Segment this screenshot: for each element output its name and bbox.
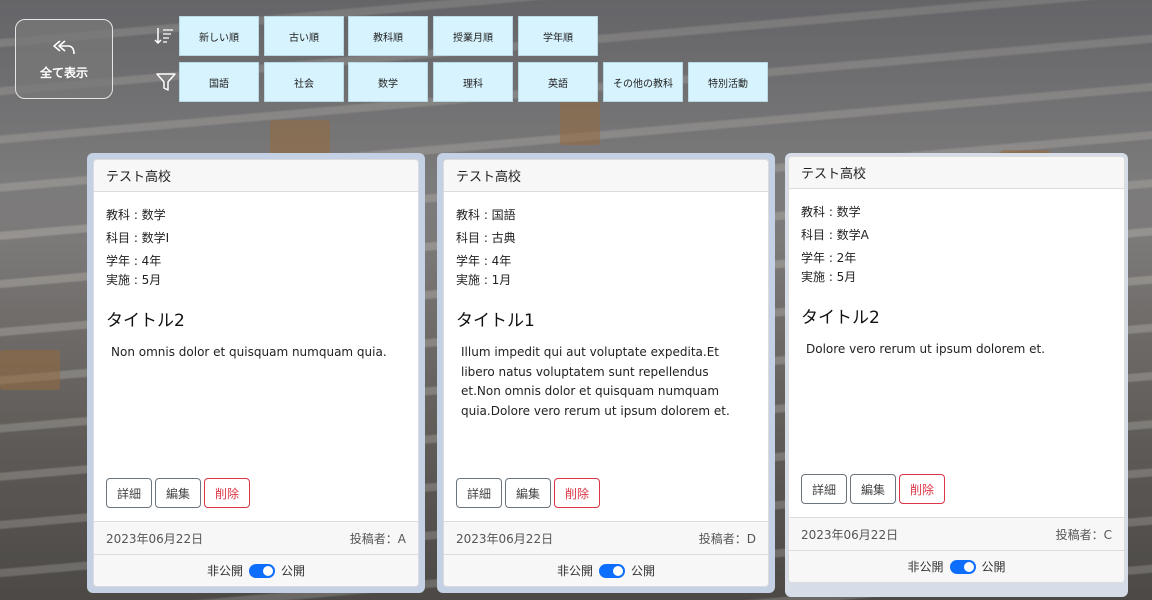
- sort-oldest-button[interactable]: 古い順: [264, 16, 344, 56]
- detail-button[interactable]: 詳細: [456, 478, 503, 508]
- private-label: 非公開: [556, 564, 593, 578]
- public-label: 公開: [981, 560, 1006, 574]
- card-month: 実施 : 5月: [801, 270, 857, 284]
- sort-descending-icon: [154, 28, 173, 45]
- card-course: 科目 : 数学A: [801, 228, 869, 242]
- card-date: 2023年06月22日: [106, 531, 204, 546]
- card-author: 投稿者：A: [349, 531, 406, 546]
- private-label: 非公開: [206, 564, 243, 578]
- card-month: 実施 : 5月: [106, 273, 162, 287]
- filter-science-button[interactable]: 理科: [433, 62, 513, 102]
- filter-math-button[interactable]: 数学: [348, 62, 428, 102]
- card-author: 投稿者：D: [698, 531, 756, 546]
- delete-button[interactable]: 削除: [899, 474, 946, 504]
- card-title: タイトル2: [801, 308, 880, 328]
- card-text: Dolore vero rerum ut ipsum dolorem et.: [806, 342, 1046, 356]
- filter-english-button[interactable]: 英語: [518, 62, 598, 102]
- card-course: 科目 : 古典: [456, 231, 516, 245]
- sort-grade-button[interactable]: 学年順: [518, 16, 598, 56]
- card-subject: 教科 : 国語: [456, 208, 516, 222]
- card-text: Illum impedit qui aut voluptate expedita…: [461, 345, 730, 418]
- card-grade: 学年 : 2年: [801, 251, 857, 265]
- card-author: 投稿者：C: [1055, 527, 1112, 542]
- card-date: 2023年06月22日: [456, 531, 554, 546]
- lesson-card: テスト高校 教科 : 国語 科目 : 古典 学年 : 4年 実施 : 1月 タイ…: [437, 153, 775, 593]
- detail-button[interactable]: 詳細: [801, 474, 848, 504]
- visibility-toggle[interactable]: [599, 563, 625, 578]
- edit-button[interactable]: 編集: [850, 474, 897, 504]
- lesson-card: テスト高校 教科 : 数学 科目 : 数学A 学年 : 2年 実施 : 5月 タ…: [785, 153, 1128, 597]
- detail-button[interactable]: 詳細: [106, 478, 153, 508]
- visibility-toggle[interactable]: [249, 563, 275, 578]
- public-label: 公開: [631, 564, 656, 578]
- show-all-label: 全て表示: [39, 65, 88, 80]
- card-school-name: テスト高校: [789, 157, 1124, 189]
- edit-button[interactable]: 編集: [505, 478, 552, 508]
- undo-all-icon: [53, 39, 75, 54]
- card-title: タイトル2: [106, 311, 185, 331]
- delete-button[interactable]: 削除: [204, 478, 251, 508]
- card-course: 科目 : 数学I: [106, 231, 170, 245]
- filter-japanese-button[interactable]: 国語: [179, 62, 259, 102]
- filter-funnel-icon: [156, 73, 176, 91]
- card-month: 実施 : 1月: [456, 273, 512, 287]
- card-school-name: テスト高校: [444, 160, 768, 192]
- card-subject: 教科 : 数学: [801, 205, 861, 219]
- sort-lesson-month-button[interactable]: 授業月順: [433, 16, 513, 56]
- edit-button[interactable]: 編集: [155, 478, 202, 508]
- public-label: 公開: [281, 564, 306, 578]
- sort-subject-button[interactable]: 教科順: [348, 16, 428, 56]
- card-date: 2023年06月22日: [801, 527, 899, 542]
- card-subject: 教科 : 数学: [106, 208, 166, 222]
- card-grade: 学年 : 4年: [106, 254, 162, 268]
- lesson-card: テスト高校 教科 : 数学 科目 : 数学I 学年 : 4年 実施 : 5月 タ…: [87, 153, 425, 593]
- card-title: タイトル1: [456, 311, 535, 331]
- sort-newest-button[interactable]: 新しい順: [179, 16, 259, 56]
- private-label: 非公開: [907, 560, 944, 574]
- visibility-toggle[interactable]: [949, 559, 976, 574]
- card-school-name: テスト高校: [94, 160, 418, 192]
- card-grade: 学年 : 4年: [456, 254, 512, 268]
- show-all-button[interactable]: 全て表示: [15, 19, 113, 99]
- filter-other-subjects-button[interactable]: その他の教科: [603, 62, 683, 102]
- filter-special-activities-button[interactable]: 特別活動: [688, 62, 768, 102]
- delete-button[interactable]: 削除: [554, 478, 601, 508]
- filter-social-studies-button[interactable]: 社会: [264, 62, 344, 102]
- card-text: Non omnis dolor et quisquam numquam quia…: [111, 345, 387, 359]
